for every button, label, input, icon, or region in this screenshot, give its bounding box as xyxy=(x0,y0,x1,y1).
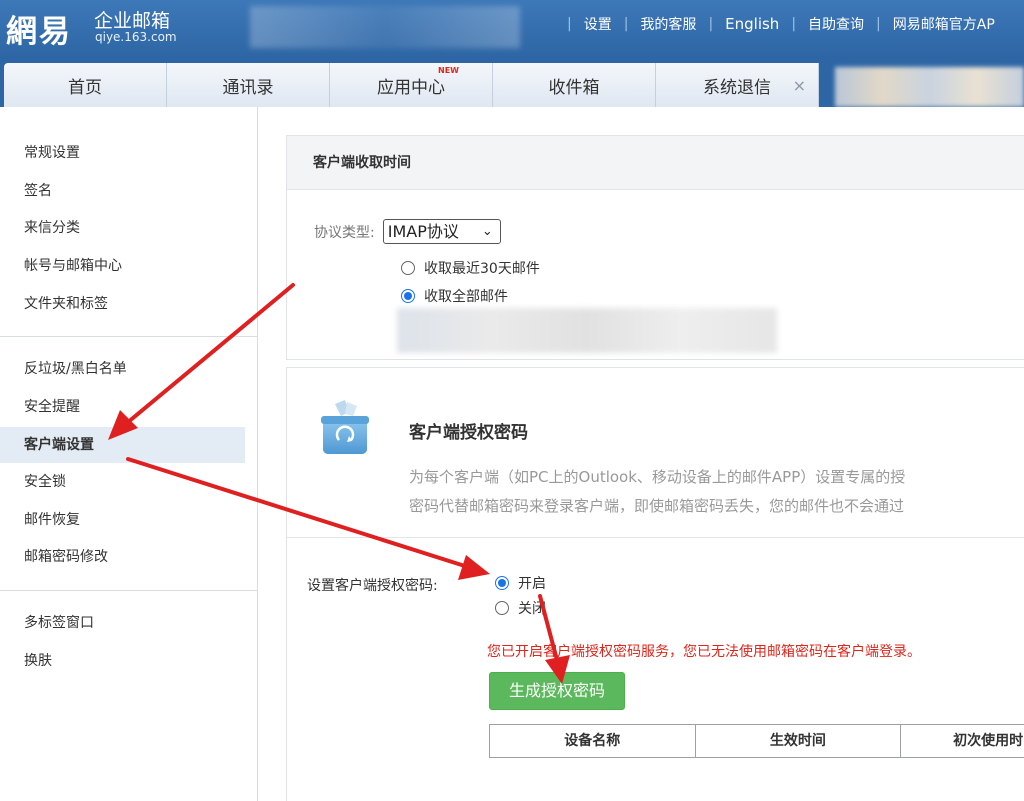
panel-title: 客户端收取时间 xyxy=(287,136,1024,190)
tab-bounced[interactable]: 系统退信 × xyxy=(656,63,819,107)
netease-logo[interactable]: 網易 xyxy=(6,6,72,51)
redacted-account-area xyxy=(250,6,520,48)
auth-enable-option[interactable]: 开启 xyxy=(495,573,546,593)
redacted-tab-area xyxy=(835,67,1024,107)
sidebar-item-skin[interactable]: 换肤 xyxy=(0,643,245,679)
top-header: 網易 企业邮箱 qiye.163.com | 设置 | 我的客服 | Engli… xyxy=(0,0,1024,57)
sidebar-divider xyxy=(0,590,258,591)
new-badge: NEW xyxy=(438,66,459,75)
sidebar-item-security-lock[interactable]: 安全锁 xyxy=(0,464,245,500)
sidebar-item-signature[interactable]: 签名 xyxy=(0,173,245,209)
auth-password-panel: 客户端授权密码 为每个客户端（如PC上的Outlook、移动设备上的邮件APP）… xyxy=(286,367,1024,801)
fetch-all-option[interactable]: 收取全部邮件 xyxy=(401,286,508,306)
chevron-down-icon: ⌄ xyxy=(481,224,493,239)
column-device-name: 设备名称 xyxy=(490,725,696,757)
tab-contacts[interactable]: 通讯录 xyxy=(167,63,330,107)
radio-button[interactable] xyxy=(495,576,509,590)
radio-button[interactable] xyxy=(401,261,415,275)
tab-inbox[interactable]: 收件箱 xyxy=(493,63,656,107)
column-effective-time: 生效时间 xyxy=(696,725,902,757)
sidebar-item-account-center[interactable]: 帐号与邮箱中心 xyxy=(0,248,245,284)
client-fetch-panel: 客户端收取时间 协议类型: IMAP协议 ⌄ 收取最近30天邮件 收取全部邮件 xyxy=(286,135,1024,360)
column-first-use: 初次使用时 xyxy=(953,733,1024,749)
sidebar-item-change-password[interactable]: 邮箱密码修改 xyxy=(0,539,245,575)
fetch-30-days-option[interactable]: 收取最近30天邮件 xyxy=(401,258,540,278)
sidebar-item-general[interactable]: 常规设置 xyxy=(0,135,245,171)
device-table-header: 设备名称 生效时间 初次使用时 xyxy=(489,724,1024,758)
auth-setting-label: 设置客户端授权密码: xyxy=(307,578,438,594)
sidebar-item-multi-tab[interactable]: 多标签窗口 xyxy=(0,605,245,641)
settings-link[interactable]: 设置 xyxy=(584,14,612,34)
redacted-content xyxy=(397,308,777,353)
customer-service-link[interactable]: 我的客服 xyxy=(640,14,696,34)
tab-bar: 首页 通讯录 应用中心 NEW 收件箱 系统退信 × xyxy=(0,57,1024,107)
generate-password-button[interactable]: 生成授权密码 xyxy=(489,672,625,710)
tab-home[interactable]: 首页 xyxy=(4,63,167,107)
close-icon[interactable]: × xyxy=(793,76,806,95)
sidebar-item-security-alert[interactable]: 安全提醒 xyxy=(0,389,245,425)
sidebar-item-client-settings[interactable]: 客户端设置 xyxy=(0,427,245,463)
protocol-label: 协议类型: xyxy=(314,224,375,241)
auth-title: 客户端授权密码 xyxy=(409,423,528,443)
warning-message: 您已开启客户端授权密码服务，您已无法使用邮箱密码在客户端登录。 xyxy=(487,644,921,660)
settings-sidebar: 常规设置 签名 来信分类 帐号与邮箱中心 文件夹和标签 反垃圾/黑白名单 安全提… xyxy=(0,107,258,801)
radio-button[interactable] xyxy=(401,289,415,303)
protocol-select[interactable]: IMAP协议 ⌄ xyxy=(382,219,501,244)
auth-description: 为每个客户端（如PC上的Outlook、移动设备上的邮件APP）设置专属的授 密… xyxy=(409,468,906,515)
sidebar-item-mail-recovery[interactable]: 邮件恢复 xyxy=(0,502,245,538)
product-name: 企业邮箱 xyxy=(94,10,171,32)
official-app-link[interactable]: 网易邮箱官方AP xyxy=(893,14,995,34)
self-query-link[interactable]: 自助查询 xyxy=(808,14,864,34)
sidebar-item-folders-tags[interactable]: 文件夹和标签 xyxy=(0,286,245,322)
main-content: 客户端收取时间 协议类型: IMAP协议 ⌄ 收取最近30天邮件 收取全部邮件 xyxy=(258,107,1024,801)
radio-button[interactable] xyxy=(495,601,509,615)
tab-app-center[interactable]: 应用中心 NEW xyxy=(330,63,493,107)
recycle-box-icon xyxy=(321,400,369,454)
product-domain: qiye.163.com xyxy=(95,30,177,44)
top-links: | 设置 | 我的客服 | English | 自助查询 | 网易邮箱官方AP xyxy=(567,14,995,34)
sidebar-item-mail-filter[interactable]: 来信分类 xyxy=(0,210,245,246)
english-link[interactable]: English xyxy=(725,15,779,33)
sidebar-divider xyxy=(0,336,258,337)
auth-disable-option[interactable]: 关闭 xyxy=(495,598,546,618)
sidebar-item-antispam[interactable]: 反垃圾/黑白名单 xyxy=(0,351,245,387)
